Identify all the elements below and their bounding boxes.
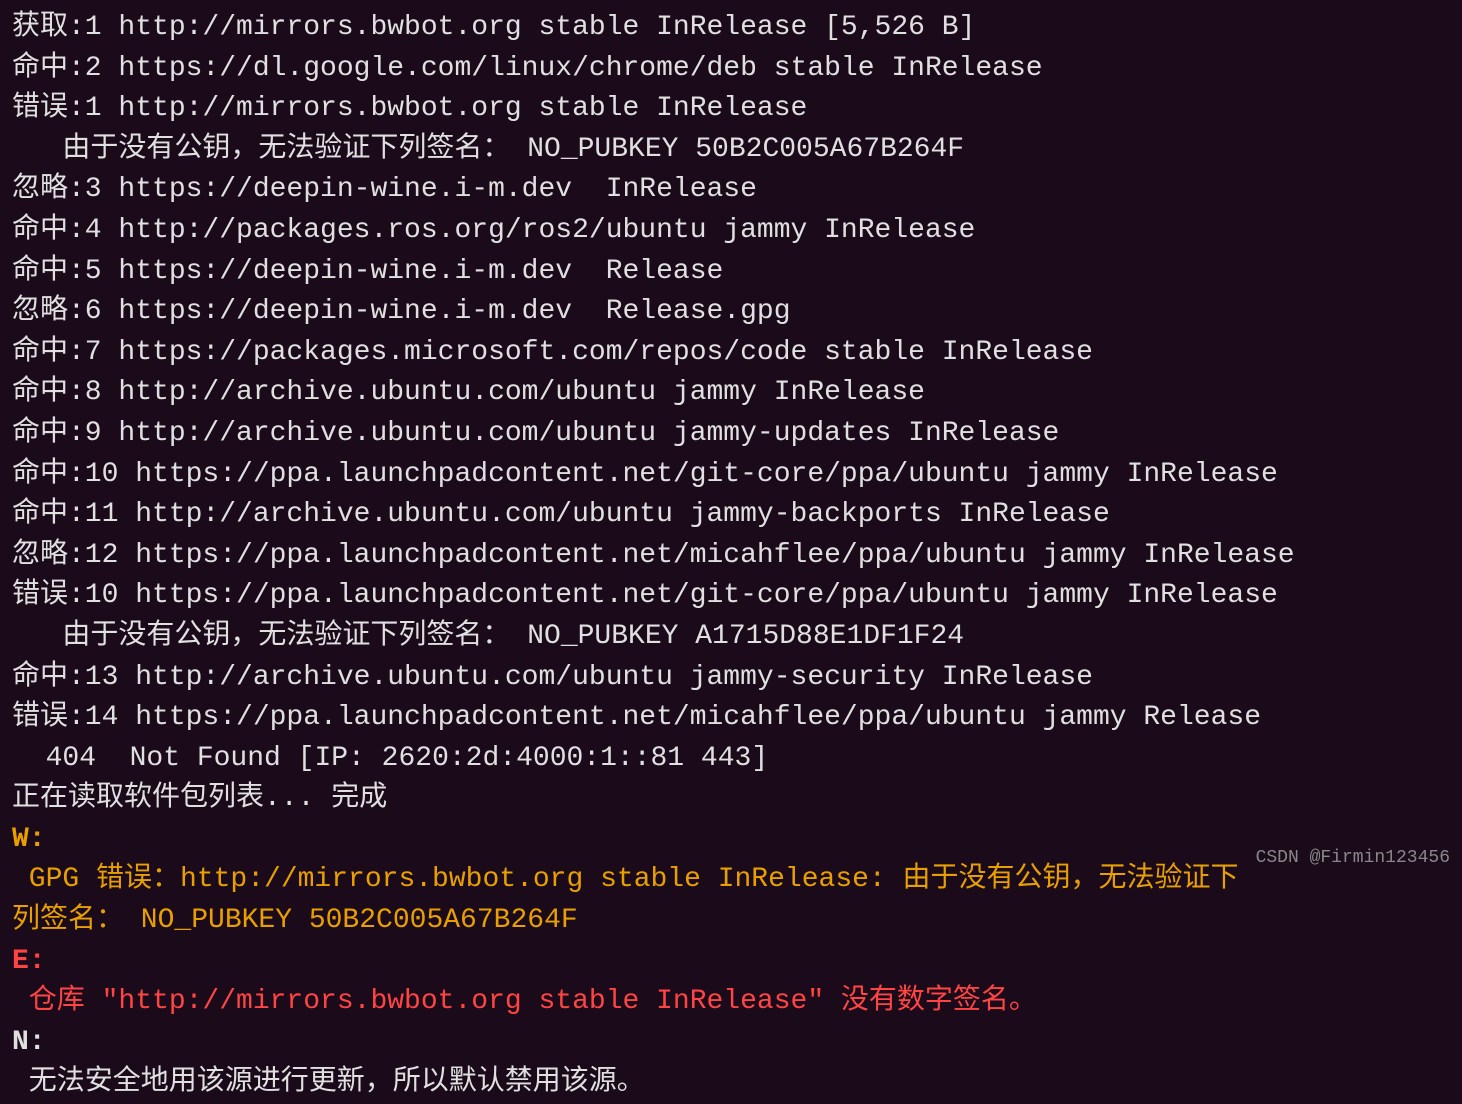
terminal-line-14: 忽略:12 https://ppa.launchpadcontent.net/m… xyxy=(12,536,1450,577)
terminal-line-11: 命中:9 http://archive.ubuntu.com/ubuntu ja… xyxy=(12,414,1450,455)
terminal-line-22: E: 仓库 "http://mirrors.bwbot.org stable I… xyxy=(12,942,1450,1023)
terminal-line-23-text: 无法安全地用该源进行更新，所以默认禁用该源。 xyxy=(12,1063,1450,1104)
terminal-line-5: 忽略:3 https://deepin-wine.i-m.dev InRelea… xyxy=(12,170,1450,211)
info-prefix: N: xyxy=(12,1027,46,1058)
terminal-line-22-text: 仓库 "http://mirrors.bwbot.org stable InRe… xyxy=(12,982,1450,1023)
terminal-line-12: 命中:10 https://ppa.launchpadcontent.net/g… xyxy=(12,455,1450,496)
terminal-line-21-text: GPG 错误：http://mirrors.bwbot.org stable I… xyxy=(12,860,1450,941)
terminal-line-1: 获取:1 http://mirrors.bwbot.org stable InR… xyxy=(12,8,1450,49)
error-prefix: E: xyxy=(12,946,46,977)
warning-prefix: W: xyxy=(12,824,46,855)
terminal-window: 获取:1 http://mirrors.bwbot.org stable InR… xyxy=(0,0,1462,881)
terminal-line-16: 由于没有公钥，无法验证下列签名： NO_PUBKEY A1715D88E1DF1… xyxy=(12,617,1450,658)
terminal-line-18: 错误:14 https://ppa.launchpadcontent.net/m… xyxy=(12,698,1450,739)
terminal-line-3: 错误:1 http://mirrors.bwbot.org stable InR… xyxy=(12,89,1450,130)
terminal-line-4: 由于没有公钥，无法验证下列签名： NO_PUBKEY 50B2C005A67B2… xyxy=(12,130,1450,171)
terminal-line-13: 命中:11 http://archive.ubuntu.com/ubuntu j… xyxy=(12,495,1450,536)
watermark: CSDN @Firmin123456 xyxy=(1256,845,1450,871)
terminal-line-6: 命中:4 http://packages.ros.org/ros2/ubuntu… xyxy=(12,211,1450,252)
terminal-line-19: 404 Not Found [IP: 2620:2d:4000:1::81 44… xyxy=(12,739,1450,780)
terminal-line-2: 命中:2 https://dl.google.com/linux/chrome/… xyxy=(12,49,1450,90)
terminal-line-20: 正在读取软件包列表... 完成 xyxy=(12,779,1450,820)
terminal-line-10: 命中:8 http://archive.ubuntu.com/ubuntu ja… xyxy=(12,373,1450,414)
terminal-line-23: N: 无法安全地用该源进行更新，所以默认禁用该源。 xyxy=(12,1023,1450,1104)
terminal-line-15: 错误:10 https://ppa.launchpadcontent.net/g… xyxy=(12,576,1450,617)
terminal-line-9: 命中:7 https://packages.microsoft.com/repo… xyxy=(12,333,1450,374)
terminal-line-7: 命中:5 https://deepin-wine.i-m.dev Release xyxy=(12,252,1450,293)
terminal-line-8: 忽略:6 https://deepin-wine.i-m.dev Release… xyxy=(12,292,1450,333)
terminal-line-17: 命中:13 http://archive.ubuntu.com/ubuntu j… xyxy=(12,658,1450,699)
